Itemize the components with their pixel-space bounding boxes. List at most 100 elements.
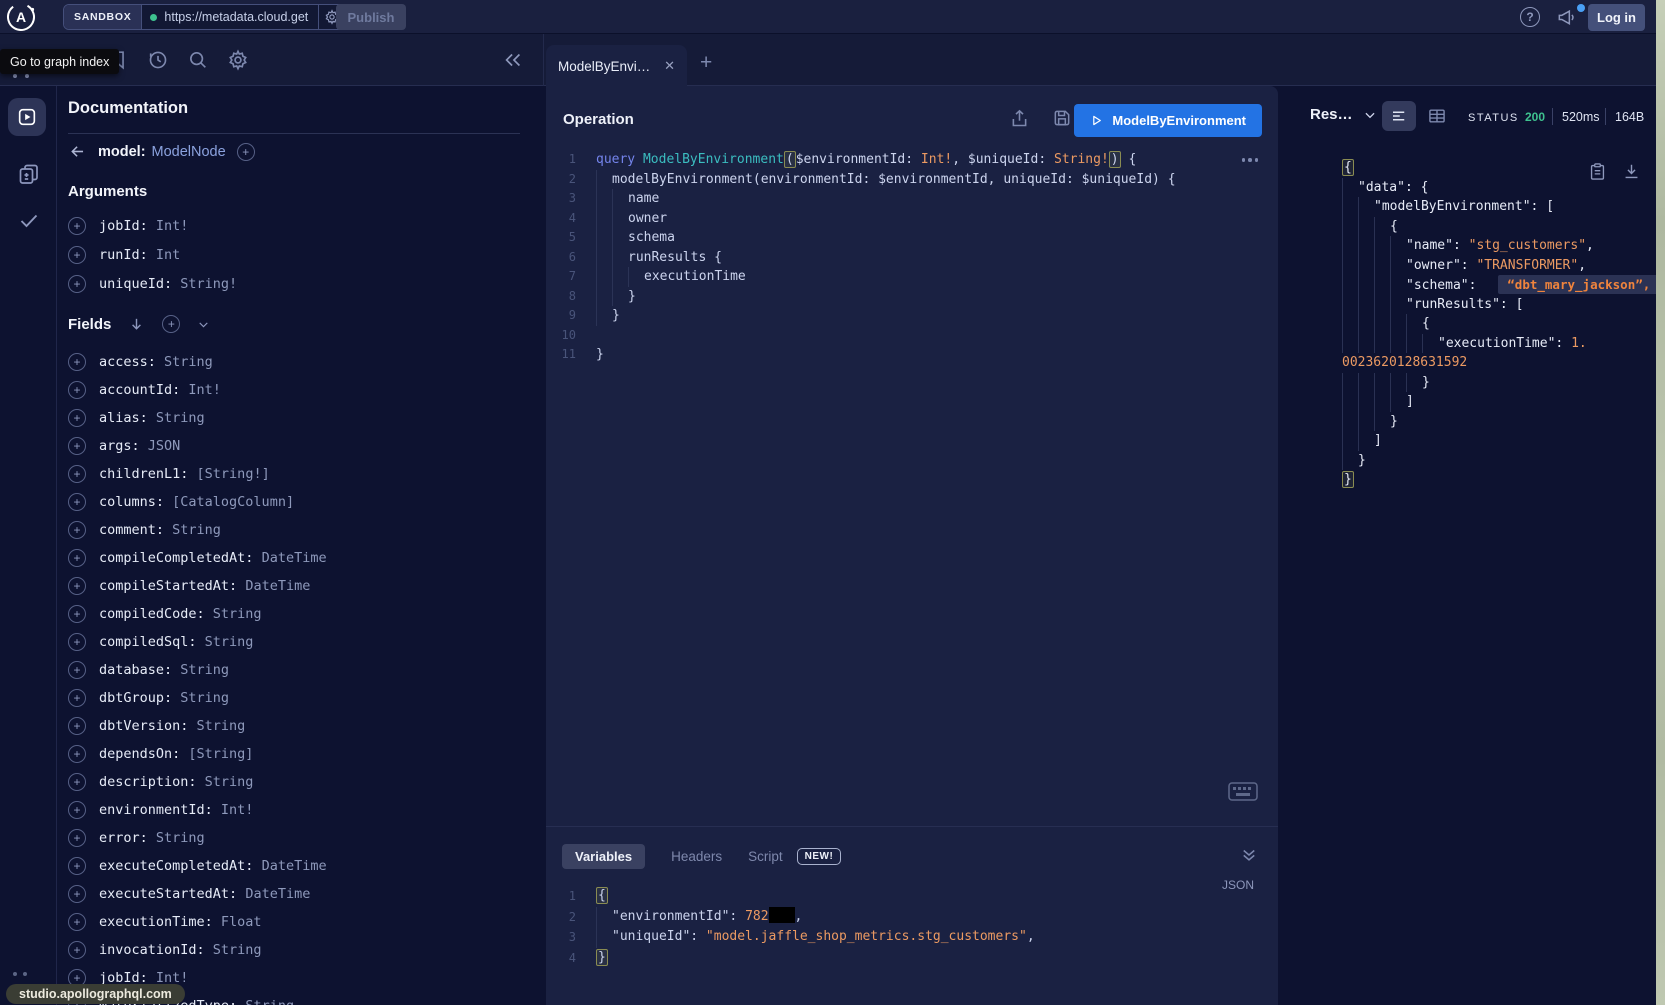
collapse-variables-button[interactable]	[1240, 846, 1258, 864]
rail-item-checks[interactable]	[17, 208, 41, 232]
field-row[interactable]: +dbtVersion: String	[68, 712, 538, 740]
field-row[interactable]: +environmentId: Int!	[68, 796, 538, 824]
field-row[interactable]: +description: String	[68, 768, 538, 796]
code-line[interactable]: 8}	[546, 287, 1278, 307]
add-to-query-icon[interactable]: +	[68, 745, 86, 763]
field-row[interactable]: +comment: String	[68, 516, 538, 544]
save-operation-button[interactable]	[1052, 108, 1072, 128]
endpoint-url-input[interactable]: https://metadata.cloud.get	[142, 5, 318, 29]
field-row[interactable]: +compiledSql: String	[68, 628, 538, 656]
search-button[interactable]	[187, 49, 209, 71]
field-row[interactable]: +compileStartedAt: DateTime	[68, 572, 538, 600]
field-row[interactable]: +dbtGroup: String	[68, 684, 538, 712]
field-row[interactable]: +access: String	[68, 348, 538, 376]
model-type-link[interactable]: ModelNode	[152, 144, 226, 160]
rail-item-schema[interactable]	[17, 162, 41, 186]
field-row[interactable]: +alias: String	[68, 404, 538, 432]
run-operation-button[interactable]: ModelByEnvironment	[1074, 104, 1262, 137]
add-to-query-icon[interactable]: +	[68, 829, 86, 847]
download-response-button[interactable]	[1622, 162, 1641, 181]
argument-row[interactable]: +uniqueId: String!	[68, 269, 538, 298]
add-to-query-icon[interactable]: +	[68, 381, 86, 399]
back-arrow-icon[interactable]	[68, 142, 87, 161]
apollo-logo[interactable]: A	[6, 2, 36, 32]
field-row[interactable]: +args: JSON	[68, 432, 538, 460]
add-to-query-icon[interactable]: +	[68, 661, 86, 679]
field-row[interactable]: +invocationId: String	[68, 936, 538, 964]
field-row[interactable]: +error: String	[68, 824, 538, 852]
field-row[interactable]: +compiledCode: String	[68, 600, 538, 628]
new-tab-button[interactable]: +	[700, 51, 712, 75]
code-line[interactable]: 5schema	[546, 228, 1278, 248]
code-line[interactable]: 9}	[546, 306, 1278, 326]
add-to-query-icon[interactable]: +	[68, 633, 86, 651]
code-line[interactable]: 2modelByEnvironment(environmentId: $envi…	[546, 170, 1278, 190]
code-line[interactable]: 3"uniqueId": "model.jaffle_shop_metrics.…	[546, 927, 1278, 948]
field-row[interactable]: +dependsOn: [String]	[68, 740, 538, 768]
announcements-button[interactable]	[1556, 7, 1576, 27]
add-to-query-icon[interactable]: +	[68, 217, 86, 235]
code-line[interactable]: 2"environmentId": 782,	[546, 907, 1278, 928]
chevron-down-icon[interactable]	[197, 318, 210, 331]
add-to-query-icon[interactable]: +	[68, 885, 86, 903]
field-row[interactable]: +accountId: Int!	[68, 376, 538, 404]
code-line[interactable]: 1{	[546, 886, 1278, 907]
add-to-query-icon[interactable]: +	[68, 941, 86, 959]
response-dropdown[interactable]: Res…	[1310, 106, 1377, 123]
code-line[interactable]: 10	[546, 326, 1278, 346]
add-to-query-icon[interactable]: +	[68, 493, 86, 511]
history-button[interactable]	[147, 49, 169, 71]
keyboard-shortcuts-icon[interactable]	[1228, 782, 1258, 801]
tab-script[interactable]: Script	[748, 849, 783, 864]
field-row[interactable]: +executeCompletedAt: DateTime	[68, 852, 538, 880]
sort-down-icon[interactable]	[128, 316, 145, 333]
add-to-query-icon[interactable]: +	[68, 465, 86, 483]
rail-item-explorer[interactable]	[8, 98, 46, 136]
add-to-query-icon[interactable]: +	[68, 353, 86, 371]
field-row[interactable]: +executionTime: Float	[68, 908, 538, 936]
collapse-panel-button[interactable]	[502, 49, 524, 71]
add-all-fields-icon[interactable]: +	[162, 315, 180, 333]
add-to-query-icon[interactable]: +	[68, 717, 86, 735]
close-tab-icon[interactable]: ✕	[664, 58, 675, 74]
add-to-query-icon[interactable]: +	[68, 275, 86, 293]
window-scrollbar[interactable]	[1656, 0, 1665, 1005]
code-line[interactable]: 7executionTime	[546, 267, 1278, 287]
add-to-query-icon[interactable]: +	[68, 801, 86, 819]
add-to-query-icon[interactable]: +	[68, 773, 86, 791]
tab-variables[interactable]: Variables	[562, 844, 645, 869]
help-button[interactable]: ?	[1520, 7, 1540, 27]
add-model-to-query-icon[interactable]: +	[237, 143, 255, 161]
response-table-view-button[interactable]	[1427, 106, 1447, 126]
field-row[interactable]: +columns: [CatalogColumn]	[68, 488, 538, 516]
login-button[interactable]: Log in	[1588, 4, 1645, 31]
field-row[interactable]: +compileCompletedAt: DateTime	[68, 544, 538, 572]
code-line[interactable]: 6runResults {	[546, 248, 1278, 268]
code-line[interactable]: 4}	[546, 948, 1278, 969]
publish-button[interactable]: Publish	[336, 4, 406, 30]
field-row[interactable]: +database: String	[68, 656, 538, 684]
add-to-query-icon[interactable]: +	[68, 521, 86, 539]
add-to-query-icon[interactable]: +	[68, 913, 86, 931]
add-to-query-icon[interactable]: +	[68, 437, 86, 455]
field-row[interactable]: +executeStartedAt: DateTime	[68, 880, 538, 908]
add-to-query-icon[interactable]: +	[68, 857, 86, 875]
add-to-query-icon[interactable]: +	[68, 409, 86, 427]
code-line[interactable]: 3name	[546, 189, 1278, 209]
copy-response-button[interactable]	[1588, 162, 1607, 181]
rail-more-icon[interactable]	[13, 972, 27, 976]
code-line[interactable]: 11}	[546, 345, 1278, 365]
argument-row[interactable]: +jobId: Int!	[68, 211, 538, 240]
response-text-view-button[interactable]	[1382, 101, 1416, 131]
argument-row[interactable]: +runId: Int	[68, 240, 538, 269]
settings-button[interactable]	[227, 49, 249, 71]
field-row[interactable]: +childrenL1: [String!]	[68, 460, 538, 488]
share-operation-button[interactable]	[1009, 108, 1030, 129]
tab-operation[interactable]: ModelByEnvi… ✕	[546, 45, 687, 87]
tab-headers[interactable]: Headers	[671, 849, 722, 864]
add-to-query-icon[interactable]: +	[68, 246, 86, 264]
operation-editor[interactable]: 1query ModelByEnvironment($environmentId…	[546, 150, 1278, 365]
add-to-query-icon[interactable]: +	[68, 689, 86, 707]
add-to-query-icon[interactable]: +	[68, 549, 86, 567]
variables-editor[interactable]: 1{2"environmentId": 782,3"uniqueId": "mo…	[546, 886, 1278, 968]
